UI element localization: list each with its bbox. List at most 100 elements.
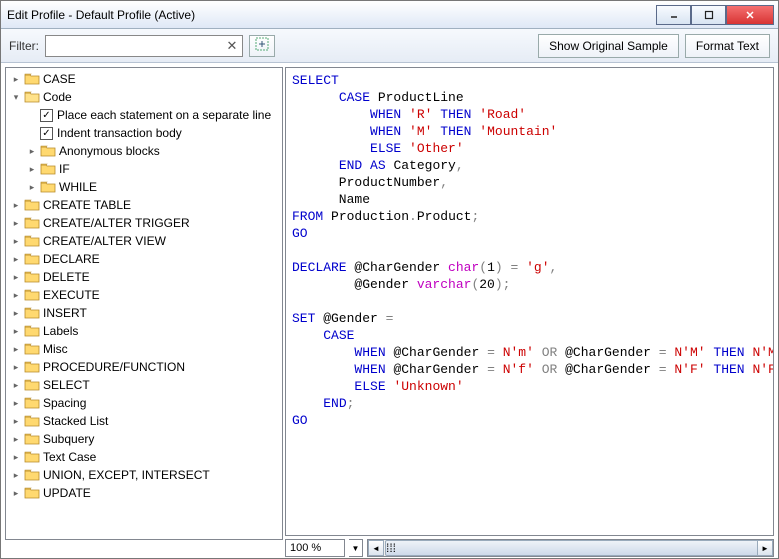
folder-icon [24,342,40,356]
tree-row[interactable]: ▸ CREATE/ALTER TRIGGER [6,214,282,232]
expand-icon[interactable]: ▸ [10,433,22,445]
tree-item-label: UPDATE [43,486,91,500]
main: ▸ CASE ▾ Code ✓Place each statement on a sep… [1,63,778,558]
tree-row[interactable]: ▸WHILE [6,178,282,196]
tree-item-label: CASE [43,72,76,86]
expand-icon[interactable]: ▸ [10,73,22,85]
tree-row[interactable]: ▸ Subquery [6,430,282,448]
tree-item-label: Subquery [43,432,94,446]
expand-icon[interactable]: ▸ [10,451,22,463]
folder-icon [40,162,56,176]
tree-row[interactable]: ▸ DELETE [6,268,282,286]
expand-icon [255,37,269,54]
minimize-button[interactable] [656,5,691,25]
tree-row[interactable]: ▸ CREATE/ALTER VIEW [6,232,282,250]
folder-icon [24,306,40,320]
filter-input[interactable] [45,35,243,57]
horizontal-scrollbar[interactable]: ◄ ⁞⁞⁞ ► [367,539,774,557]
tree-item-label: Labels [43,324,78,338]
tree-row[interactable]: ▸ Labels [6,322,282,340]
tree-item-label: SELECT [43,378,90,392]
tree-row[interactable]: ▸Anonymous blocks [6,142,282,160]
expand-icon[interactable]: ▸ [10,307,22,319]
expand-icon[interactable]: ▸ [26,145,38,157]
expand-icon[interactable]: ▸ [10,415,22,427]
maximize-button[interactable] [691,5,726,25]
tree-row[interactable]: ▸ SELECT [6,376,282,394]
titlebar: Edit Profile - Default Profile (Active) [1,1,778,29]
tree-item-label: DELETE [43,270,90,284]
tree-row[interactable]: ▸ DECLARE [6,250,282,268]
tree-panel[interactable]: ▸ CASE ▾ Code ✓Place each statement on a sep… [5,67,283,540]
scroll-thumb[interactable]: ⁞⁞⁞ [385,540,765,556]
tree-row[interactable]: ▸ Misc [6,340,282,358]
expand-icon[interactable]: ▸ [10,469,22,481]
expand-icon[interactable]: ▸ [10,271,22,283]
tree-row[interactable]: ✓ Indent transaction body [6,124,282,142]
tree-row[interactable]: ▸Stacked List [6,412,282,430]
checkbox[interactable]: ✓ [40,127,53,140]
close-button[interactable] [726,5,774,25]
expand-tree-button[interactable] [249,35,275,57]
expand-icon[interactable]: ▸ [10,361,22,373]
tree-item-label: DECLARE [43,252,100,266]
filter-wrap: ✕ [45,35,243,57]
folder-icon [40,144,56,158]
expand-icon[interactable]: ▸ [10,289,22,301]
tree-row[interactable]: ▾ Code [6,88,282,106]
folder-icon [24,360,40,374]
filter-label: Filter: [9,39,39,53]
folder-icon [24,216,40,230]
tree-row[interactable]: ▸ PROCEDURE/FUNCTION [6,358,282,376]
tree-item-label: PROCEDURE/FUNCTION [43,360,185,374]
expander-spacer [26,109,38,121]
tree-item-label: Misc [43,342,68,356]
tree-row[interactable]: ▸ UPDATE [6,484,282,502]
folder-icon [24,270,40,284]
tree-item-label: IF [59,162,70,176]
expand-icon[interactable]: ▸ [10,199,22,211]
expand-icon[interactable]: ▸ [10,217,22,229]
zoom-dropdown[interactable]: ▼ [349,539,363,557]
scroll-right-button[interactable]: ► [757,540,773,556]
code-area[interactable]: SELECT CASE ProductLine WHEN 'R' THEN 'R… [285,67,774,536]
checkbox[interactable]: ✓ [40,109,53,122]
folder-icon [24,486,40,500]
expand-icon[interactable]: ▸ [26,181,38,193]
tree-item-label: INSERT [43,306,87,320]
tree-row[interactable]: ▸ IF [6,160,282,178]
collapse-icon[interactable]: ▾ [10,91,22,103]
expand-icon[interactable]: ▸ [10,343,22,355]
format-text-button[interactable]: Format Text [685,34,770,58]
zoom-value: 100 % [285,539,345,557]
scroll-left-button[interactable]: ◄ [368,540,384,556]
tree-row[interactable]: ▸ CREATE TABLE [6,196,282,214]
folder-icon [40,180,56,194]
tree-item-label: CREATE/ALTER VIEW [43,234,166,248]
tree-item-label: Text Case [43,450,96,464]
expand-icon[interactable]: ▸ [10,487,22,499]
expand-icon[interactable]: ▸ [10,235,22,247]
expand-icon[interactable]: ▸ [10,325,22,337]
folder-icon [24,450,40,464]
folder-icon [24,432,40,446]
tree-item-label: CREATE TABLE [43,198,131,212]
show-original-sample-button[interactable]: Show Original Sample [538,34,679,58]
expand-icon[interactable]: ▸ [10,397,22,409]
expand-icon[interactable]: ▸ [26,163,38,175]
tree-row[interactable]: ▸Spacing [6,394,282,412]
expand-icon[interactable]: ▸ [10,253,22,265]
tree-row[interactable]: ▸EXECUTE [6,286,282,304]
tree-row[interactable]: ▸ Text Case [6,448,282,466]
clear-filter-icon[interactable]: ✕ [223,37,241,55]
tree-row[interactable]: ▸UNION, EXCEPT, INTERSECT [6,466,282,484]
tree-row[interactable]: ✓Place each statement on a separate line [6,106,282,124]
tree-item-label: Code [43,90,72,104]
tree-item-label: Indent transaction body [57,126,182,140]
folder-icon [24,234,40,248]
tree-row[interactable]: ▸ INSERT [6,304,282,322]
tree-item-label: CREATE/ALTER TRIGGER [43,216,190,230]
tree-row[interactable]: ▸ CASE [6,70,282,88]
expander-spacer [26,127,38,139]
expand-icon[interactable]: ▸ [10,379,22,391]
